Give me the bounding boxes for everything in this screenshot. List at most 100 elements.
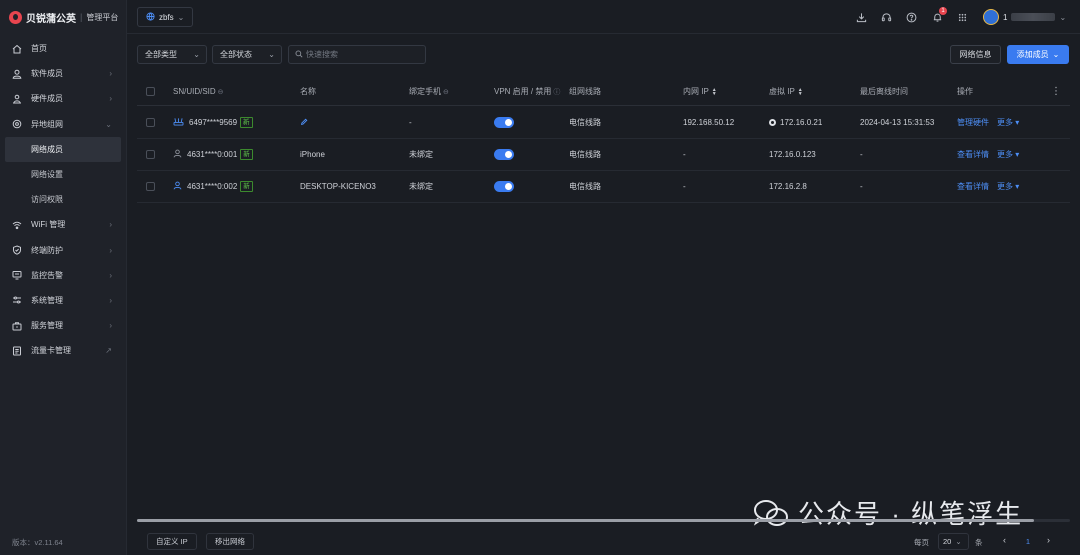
sidebar-item-wifi[interactable]: WiFi 管理 › — [0, 212, 126, 237]
last-offline-cell: - — [860, 150, 863, 159]
sidebar-item-label: 硬件成员 — [31, 94, 63, 104]
home-icon — [12, 44, 22, 54]
brand-subtitle: 管理平台 — [86, 12, 119, 22]
new-badge: 新 — [240, 149, 253, 160]
status-filter-select[interactable]: 全部状态 ⌄ — [212, 45, 282, 64]
custom-ip-button[interactable]: 自定义 IP — [147, 533, 197, 550]
chevron-right-icon: › — [109, 270, 112, 280]
horizontal-scrollbar[interactable] — [137, 519, 1070, 522]
per-page-label: 每页 — [914, 538, 929, 547]
sort-icon: ▲ ▼ — [711, 86, 717, 97]
sidebar-item-endpoint-protection[interactable]: 终端防护 › — [0, 238, 126, 263]
sidebar-subitem-network-members[interactable]: 网络成员 — [5, 136, 121, 162]
search-box — [288, 45, 426, 64]
table-row[interactable]: 4631****0:002 新 DESKTOP-KICENO3 未绑定 电信线路… — [137, 171, 1070, 203]
sidebar-item-hardware-members[interactable]: 硬件成员 › — [0, 86, 126, 111]
prev-page-icon[interactable]: ‹ — [1003, 535, 1006, 545]
sn-cell: 4631****0:001 新 — [173, 139, 253, 170]
monitor-icon — [12, 270, 22, 280]
column-lan-ip[interactable]: 内网 IP ▲ ▼ — [683, 78, 717, 105]
column-phone: 绑定手机 ⊖ — [409, 78, 449, 105]
chevron-right-icon: › — [109, 295, 112, 305]
per-page-unit: 条 — [975, 538, 983, 547]
phone-cell: - — [409, 118, 412, 127]
sim-card-icon — [12, 346, 22, 356]
watermark: 公众号 · 纵笔浮生 — [752, 494, 1023, 531]
row-checkbox[interactable] — [146, 182, 155, 191]
sidebar-item-service-management[interactable]: 服务管理 › — [0, 313, 126, 338]
table-row[interactable]: 4631****0:001 新 iPhone 未绑定 电信线路 - 172.16… — [137, 139, 1070, 171]
vpn-toggle[interactable] — [494, 181, 514, 192]
user-icon — [173, 149, 182, 160]
row-checkbox[interactable] — [146, 150, 155, 159]
eye-off-icon[interactable]: ⊖ — [218, 88, 224, 96]
sidebar-item-remote-network[interactable]: 异地组网 ⌄ — [0, 112, 126, 137]
scrollbar-thumb[interactable] — [137, 519, 1034, 522]
sidebar-item-home[interactable]: 首页 — [0, 36, 126, 61]
sidebar-item-label: 异地组网 — [31, 119, 63, 129]
sidebar-subitem-access-permissions[interactable]: 访问权限 — [0, 187, 126, 212]
vpn-toggle[interactable] — [494, 149, 514, 160]
sidebar-item-sim-card-management[interactable]: 流量卡管理 ↗ — [0, 338, 126, 363]
type-filter-select[interactable]: 全部类型 ⌄ — [137, 45, 207, 64]
column-settings-kebab-icon[interactable]: ⋮ — [1051, 78, 1061, 105]
select-all-checkbox[interactable] — [146, 87, 155, 96]
wifi-icon — [12, 220, 22, 230]
chevron-down-icon: ⌄ — [1052, 50, 1060, 59]
more-dropdown[interactable]: 更多 ▾ — [997, 149, 1019, 160]
column-vpn: VPN 启用 / 禁用 ⓘ — [494, 78, 560, 105]
name-cell — [300, 107, 308, 138]
per-page-select[interactable]: 20 ⌄ — [938, 533, 969, 550]
current-page[interactable]: 1 — [1019, 533, 1037, 550]
network-info-button[interactable]: 网络信息 — [950, 45, 1001, 64]
manage-hardware-link[interactable]: 管理硬件 — [957, 117, 989, 128]
remove-from-network-button[interactable]: 移出网络 — [206, 533, 254, 550]
virtual-ip-value: 172.16.0.21 — [780, 118, 823, 127]
sn-cell: 4631****0:002 新 — [173, 171, 253, 202]
support-headset-icon[interactable] — [880, 11, 892, 23]
phone-cell: 未绑定 — [409, 182, 433, 191]
sliders-icon — [12, 295, 22, 305]
table-row[interactable]: 6497****9569 新 - 电信线路 192.168.50.12 172.… — [137, 107, 1070, 139]
search-input[interactable] — [306, 50, 416, 59]
lan-ip-cell: - — [683, 150, 686, 159]
new-badge: 新 — [240, 181, 253, 192]
row-checkbox[interactable] — [146, 118, 155, 127]
eye-off-icon[interactable]: ⊖ — [443, 88, 449, 96]
column-virtual-ip[interactable]: 虚拟 IP ▲ ▼ — [769, 78, 803, 105]
view-details-link[interactable]: 查看详情 — [957, 181, 989, 192]
globe-icon — [146, 11, 155, 23]
help-circle-icon[interactable]: ⓘ — [553, 87, 560, 97]
sidebar-item-system-management[interactable]: 系统管理 › — [0, 288, 126, 313]
notification-bell-icon[interactable]: 1 — [931, 7, 947, 23]
actions-cell: 管理硬件 更多 ▾ — [957, 107, 1019, 138]
chevron-down-icon: ⌄ — [177, 12, 185, 22]
workspace-selector[interactable]: zbfs ⌄ — [137, 7, 194, 27]
user-menu[interactable]: 1 ⌄ — [983, 9, 1066, 25]
sidebar-item-software-members[interactable]: 软件成员 › — [0, 61, 126, 86]
apps-grid-icon[interactable] — [956, 11, 968, 23]
last-offline-cell: - — [860, 182, 863, 191]
edit-pencil-icon[interactable] — [300, 118, 308, 128]
chevron-right-icon: › — [109, 94, 112, 104]
brand[interactable]: 贝锐蒲公英 | 管理平台 — [0, 0, 126, 34]
device-user-icon — [12, 94, 22, 104]
vpn-toggle[interactable] — [494, 117, 514, 128]
user-icon — [173, 181, 182, 192]
chevron-down-icon: ⌄ — [193, 50, 200, 59]
status-filter-value: 全部状态 — [220, 50, 252, 59]
help-icon[interactable] — [905, 11, 917, 23]
view-details-link[interactable]: 查看详情 — [957, 149, 989, 160]
sidebar-item-monitoring-alerts[interactable]: 监控告警 › — [0, 263, 126, 288]
add-member-button[interactable]: 添加成员 ⌄ — [1007, 45, 1069, 64]
sidebar-subitem-network-settings[interactable]: 网络设置 — [0, 162, 126, 187]
last-offline-cell: 2024-04-13 15:31:53 — [860, 118, 935, 127]
column-phone-label: 绑定手机 — [409, 87, 441, 96]
brand-name: 贝锐蒲公英 — [26, 13, 76, 25]
next-page-icon[interactable]: › — [1047, 535, 1050, 545]
download-icon[interactable] — [855, 11, 867, 23]
chevron-down-icon: ⌄ — [268, 50, 275, 59]
lan-ip-cell: - — [683, 182, 686, 191]
more-dropdown[interactable]: 更多 ▾ — [997, 117, 1019, 128]
more-dropdown[interactable]: 更多 ▾ — [997, 181, 1019, 192]
